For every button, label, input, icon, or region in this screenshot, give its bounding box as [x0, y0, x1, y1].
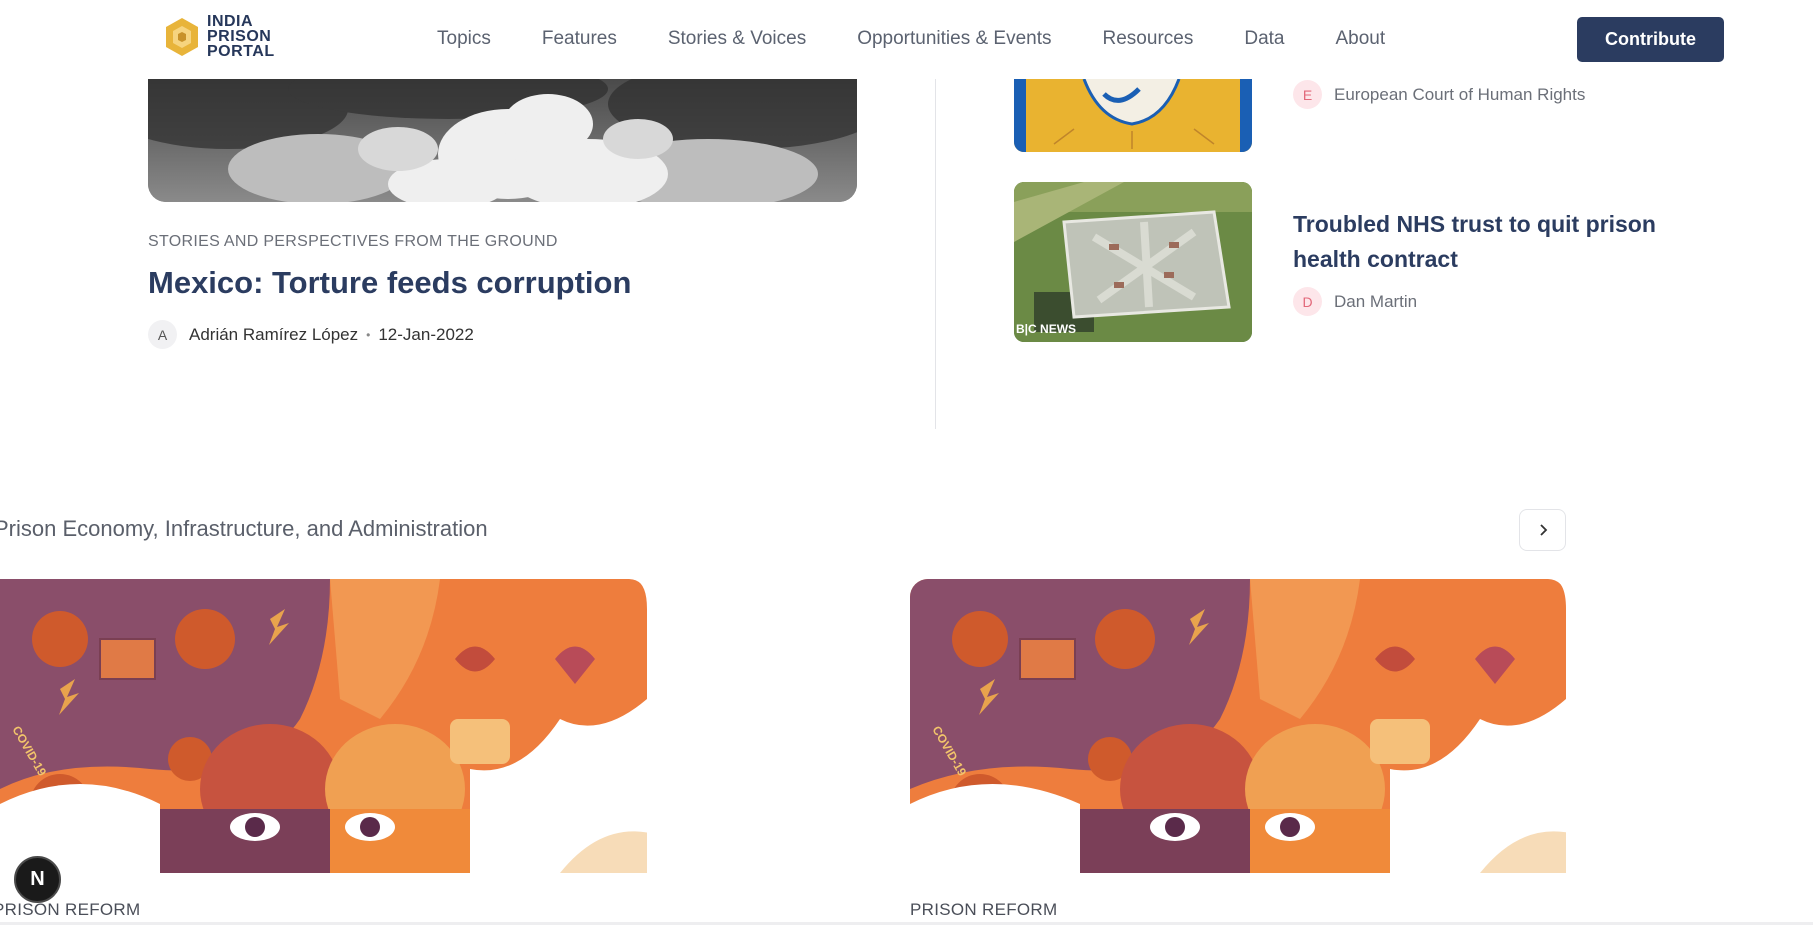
logo-line-1: INDIA [207, 13, 254, 30]
nav-topics[interactable]: Topics [437, 28, 491, 50]
right-article-image-2[interactable]: B|C NEWS [1014, 182, 1252, 342]
featured-author[interactable]: Adrián Ramírez López [189, 325, 358, 345]
section-card-image-1[interactable]: COVID-19 [0, 579, 647, 873]
prison-aerial-image: B|C NEWS [1014, 182, 1252, 342]
section-next-button[interactable] [1519, 509, 1566, 551]
nav-about[interactable]: About [1335, 28, 1385, 50]
covid-mind-illustration: COVID-19 [910, 579, 1566, 873]
featured-title[interactable]: Mexico: Torture feeds corruption [148, 265, 631, 301]
featured-date: 12-Jan-2022 [378, 324, 474, 344]
logo-line-3: PORTAL [207, 43, 275, 60]
meta-separator-icon: • [366, 327, 371, 342]
author-avatar: A [148, 320, 177, 349]
covid-mind-illustration: COVID-19 [0, 579, 647, 873]
clouds-image [148, 79, 857, 202]
column-divider [935, 79, 936, 429]
section-card-category-1: PRISON REFORM [0, 900, 141, 919]
nav-features[interactable]: Features [542, 28, 617, 50]
nav-stories-voices[interactable]: Stories & Voices [668, 28, 806, 50]
site-header: INDIA PRISON PORTAL Topics Features Stor… [0, 0, 1813, 79]
logo-hexagon-icon [166, 17, 198, 56]
bbc-news-watermark: B|C NEWS [1016, 322, 1076, 336]
contribute-button[interactable]: Contribute [1577, 17, 1724, 62]
nav-opportunities-events[interactable]: Opportunities & Events [857, 28, 1051, 50]
right-article-meta-2: D Dan Martin [1293, 287, 1417, 316]
nav-resources[interactable]: Resources [1103, 28, 1194, 50]
logo-line-2: PRISON [207, 28, 272, 45]
chevron-right-icon [1539, 524, 1547, 536]
right-article-title-2[interactable]: Troubled NHS trust to quit prison health… [1293, 207, 1673, 277]
right-article-author-1[interactable]: European Court of Human Rights [1334, 85, 1585, 105]
featured-category: STORIES AND PERSPECTIVES FROM THE GROUND [148, 233, 558, 250]
featured-meta: A Adrián Ramírez López • 12-Jan-2022 [148, 320, 474, 349]
nav-data[interactable]: Data [1244, 28, 1284, 50]
right-article-image-1[interactable] [1014, 79, 1252, 152]
author-avatar: D [1293, 287, 1322, 316]
right-article-author-2[interactable]: Dan Martin [1334, 292, 1417, 312]
right-article-meta-1: E European Court of Human Rights [1293, 80, 1585, 109]
site-logo[interactable]: INDIA PRISON PORTAL [163, 13, 275, 60]
section-card-image-2[interactable]: COVID-19 [910, 579, 1566, 873]
section-title: Prison Economy, Infrastructure, and Admi… [0, 516, 488, 541]
nextjs-dev-badge-icon[interactable]: N [14, 856, 61, 903]
main-nav: Topics Features Stories & Voices Opportu… [437, 28, 1436, 50]
featured-article-image[interactable] [148, 79, 857, 202]
section-card-category-2: PRISON REFORM [910, 900, 1058, 919]
illustration-image [1014, 79, 1252, 152]
logo-text: INDIA PRISON PORTAL [207, 13, 275, 60]
author-avatar: E [1293, 80, 1322, 109]
